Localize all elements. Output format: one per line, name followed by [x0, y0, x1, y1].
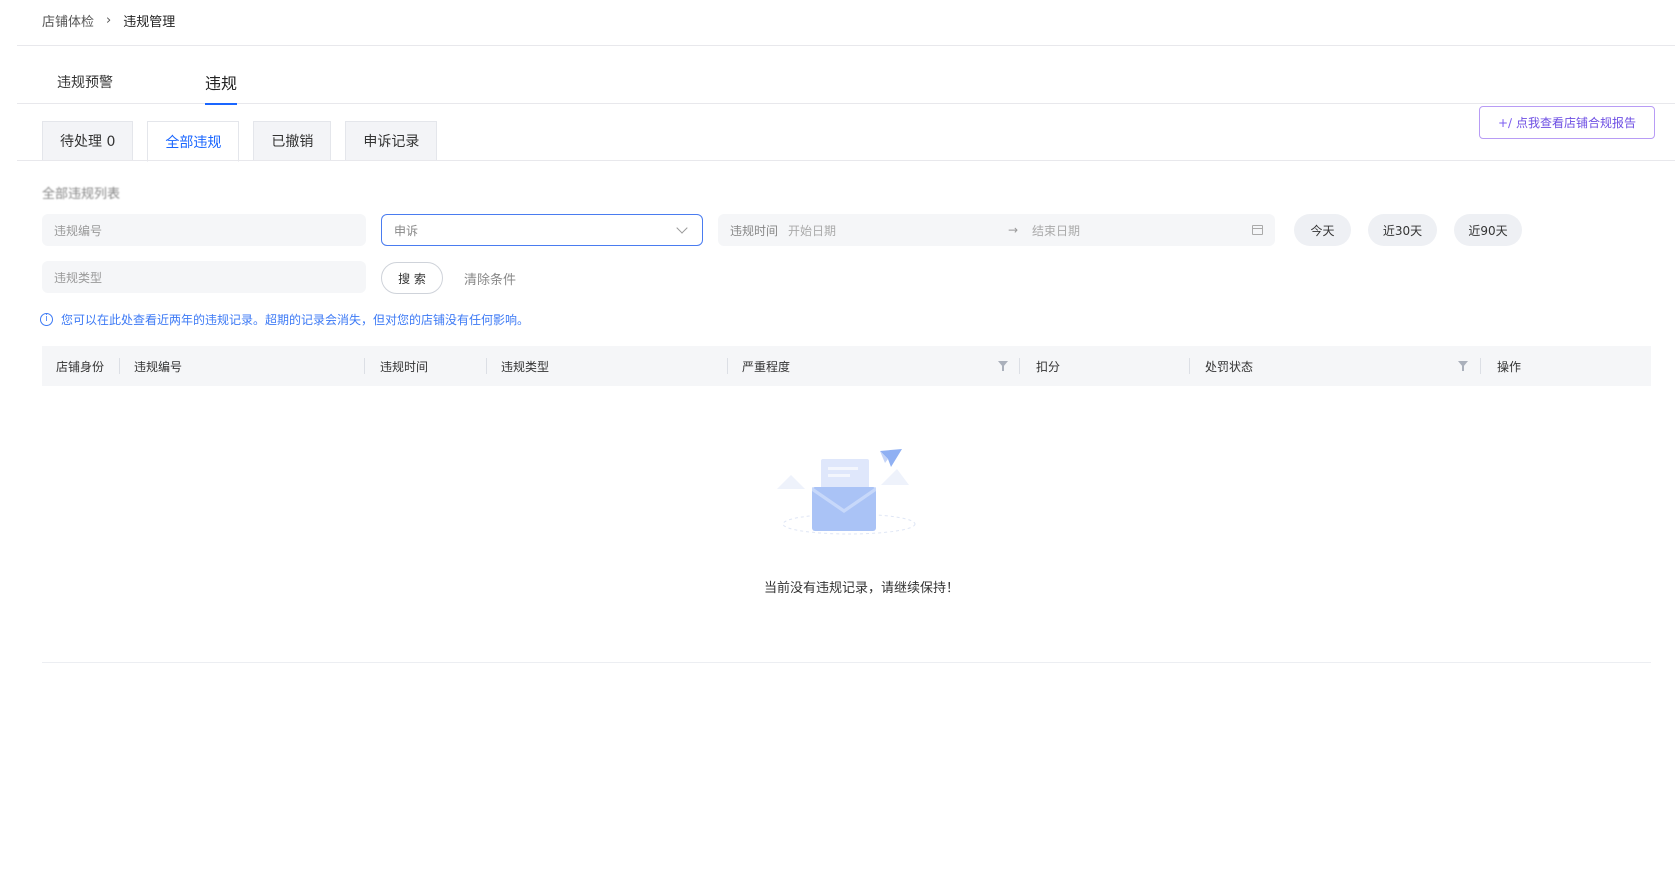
violation-type-placeholder: 违规类型: [54, 270, 103, 285]
range-90-days-button[interactable]: 近90天: [1454, 214, 1522, 246]
info-icon: i: [40, 313, 53, 326]
start-date-input[interactable]: 开始日期: [788, 222, 836, 239]
appeal-select-value: 申诉: [394, 223, 419, 238]
arrow-right-icon: →: [1008, 223, 1019, 237]
col-violation-type: 违规类型: [501, 359, 550, 374]
compliance-report-button[interactable]: +∕ 点我查看店铺合规报告: [1479, 106, 1655, 139]
sparkle-icon: +∕: [1497, 115, 1513, 130]
column-divider: [364, 358, 365, 374]
violation-id-input[interactable]: 违规编号: [42, 214, 366, 246]
subtab-pending[interactable]: 待处理 0: [42, 121, 134, 161]
list-title: 全部违规列表: [42, 187, 121, 202]
compliance-report-label: 点我查看店铺合规报告: [1516, 116, 1637, 130]
subtab-all-violations[interactable]: 全部违规: [147, 121, 240, 162]
notice-text: 您可以在此处查看近两年的违规记录。超期的记录会消失，但对您的店铺没有任何影响。: [61, 313, 530, 327]
empty-state-message: 当前没有违规记录，请继续保持！: [0, 577, 1675, 596]
filter-icon[interactable]: [998, 361, 1008, 371]
date-range-label: 违规时间: [730, 223, 779, 238]
empty-state-text: 当前没有违规记录，请继续保持！: [763, 581, 959, 596]
notice: i 您可以在此处查看近两年的违规记录。超期的记录会消失，但对您的店铺没有任何影响…: [40, 311, 529, 328]
divider: [17, 160, 1675, 161]
main-tabs: 违规预警 违规: [17, 66, 1675, 105]
calendar-icon[interactable]: [1252, 225, 1263, 235]
breadcrumb: 店铺体检 › 违规管理: [42, 10, 175, 30]
divider: [17, 45, 1675, 46]
col-violation-id: 违规编号: [134, 359, 183, 374]
column-divider: [119, 358, 120, 374]
col-shop-identity: 店铺身份: [56, 359, 105, 374]
col-actions: 操作: [1497, 359, 1522, 374]
violation-type-input[interactable]: 违规类型: [42, 261, 366, 293]
col-deduction: 扣分: [1036, 359, 1061, 374]
date-range-picker[interactable]: 违规时间 开始日期 → 结束日期: [718, 214, 1275, 246]
column-divider: [727, 358, 728, 374]
tab-violation[interactable]: 违规: [205, 70, 238, 105]
col-penalty-status: 处罚状态: [1205, 359, 1254, 374]
col-severity: 严重程度: [742, 359, 791, 374]
table-header: 店铺身份 违规编号 违规时间 违规类型 严重程度 扣分 处罚状态 操作: [42, 346, 1651, 386]
column-divider: [1189, 358, 1190, 374]
range-today-button[interactable]: 今天: [1294, 214, 1351, 246]
column-divider: [486, 358, 487, 374]
breadcrumb-parent[interactable]: 店铺体检: [42, 11, 94, 30]
divider: [42, 662, 1651, 663]
appeal-select[interactable]: 申诉: [381, 214, 703, 246]
tab-violation-warning[interactable]: 违规预警: [57, 72, 113, 92]
breadcrumb-current: 违规管理: [123, 14, 176, 30]
column-divider: [1019, 358, 1020, 374]
chevron-down-icon: [676, 222, 688, 234]
filter-icon[interactable]: [1458, 361, 1468, 371]
chevron-right-icon: ›: [106, 12, 112, 28]
search-button[interactable]: 搜 索: [381, 262, 443, 294]
clear-filters-button[interactable]: 清除条件: [464, 269, 516, 288]
col-violation-time: 违规时间: [380, 359, 429, 374]
subtab-revoked[interactable]: 已撤销: [253, 121, 332, 161]
subtab-appeal-records[interactable]: 申诉记录: [345, 121, 438, 161]
empty-mail-illustration: [777, 449, 916, 535]
range-30-days-button[interactable]: 近30天: [1368, 214, 1437, 246]
end-date-input[interactable]: 结束日期: [1032, 222, 1080, 239]
violation-id-placeholder: 违规编号: [54, 223, 103, 238]
column-divider: [1480, 358, 1481, 374]
sub-tabs: 待处理 0 全部违规 已撤销 申诉记录: [42, 121, 451, 162]
